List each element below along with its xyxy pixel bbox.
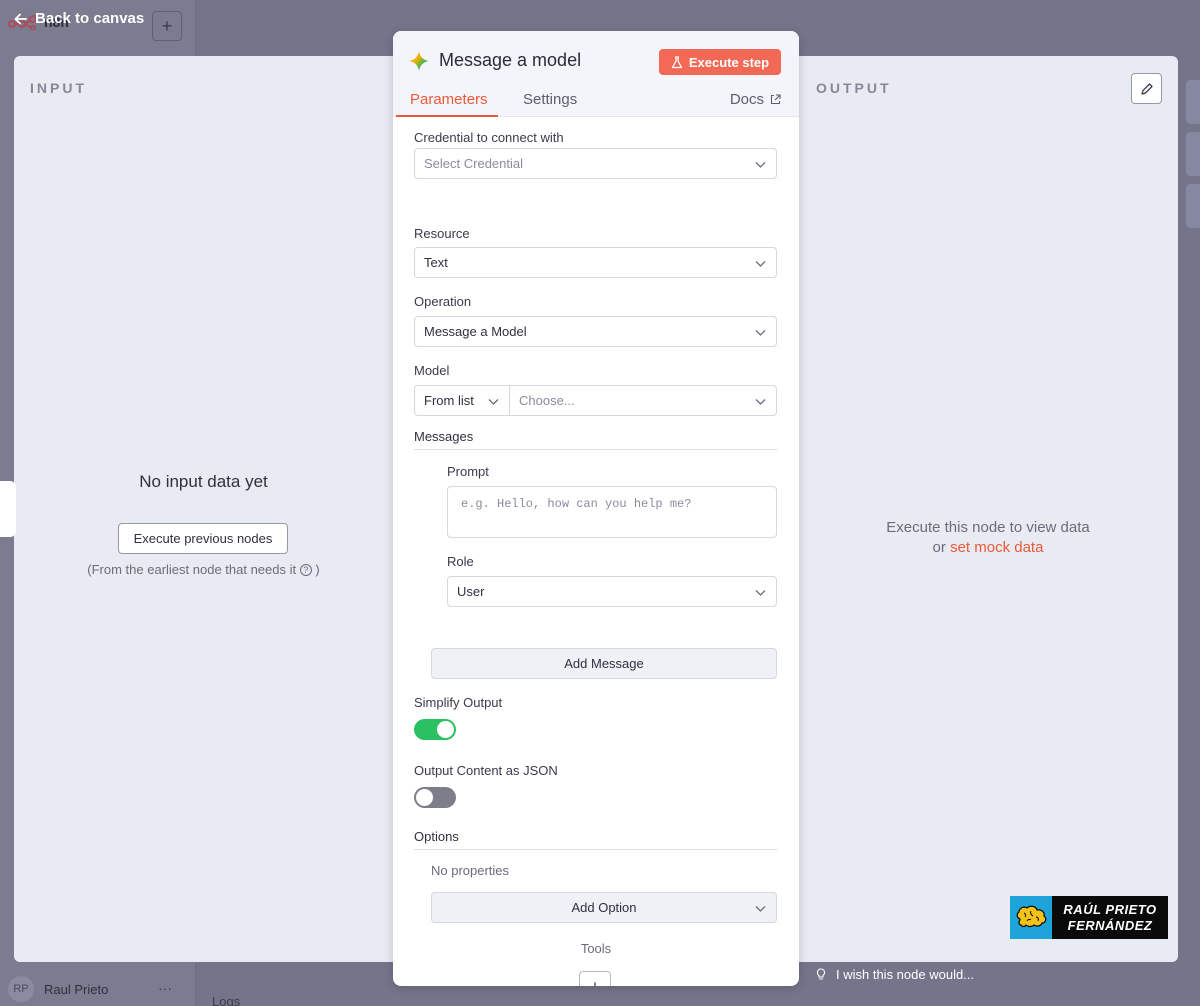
wish-feedback-link[interactable]: I wish this node would... <box>816 967 974 982</box>
no-properties-text: No properties <box>431 863 510 878</box>
resource-select-value: Text <box>424 255 448 270</box>
prompt-input[interactable]: e.g. Hello, how can you help me? <box>447 486 777 538</box>
output-json-label: Output Content as JSON <box>414 763 558 778</box>
execute-previous-nodes-button[interactable]: Execute previous nodes <box>118 523 288 554</box>
add-tool-button[interactable]: + <box>579 971 611 986</box>
output-message-or: or <box>932 539 946 556</box>
hint-close: ) <box>315 562 320 577</box>
background-side-button <box>1186 132 1200 176</box>
execute-step-button[interactable]: Execute step <box>659 49 781 75</box>
more-icon: ··· <box>158 980 172 996</box>
operation-label: Operation <box>414 294 472 309</box>
output-empty-message: Execute this node to view data or set mo… <box>798 518 1178 558</box>
model-mode-select[interactable]: From list <box>414 385 510 416</box>
options-section-header: Options <box>414 829 777 850</box>
tab-docs[interactable]: Docs <box>730 91 781 108</box>
credential-label: Credential to connect with <box>414 130 564 145</box>
chevron-down-icon <box>755 906 766 912</box>
background-user: RP Raul Prieto <box>8 976 108 1002</box>
lightbulb-icon <box>816 968 826 980</box>
node-header: Message a model Execute step Parameters … <box>393 31 799 117</box>
brain-logo-icon <box>1010 896 1052 939</box>
help-icon[interactable]: ? <box>299 564 312 576</box>
arrow-left-icon <box>14 13 27 24</box>
input-pane: INPUT No input data yet Execute previous… <box>14 56 393 962</box>
chevron-down-icon <box>755 590 766 596</box>
user-name: Raul Prieto <box>44 981 109 997</box>
operation-select-value: Message a Model <box>424 324 527 339</box>
background-side-button <box>1186 80 1200 124</box>
model-mode-value: From list <box>424 393 474 408</box>
model-select-value: Choose... <box>519 393 575 408</box>
pencil-icon <box>1140 82 1153 95</box>
add-message-button[interactable]: Add Message <box>431 648 777 679</box>
chevron-down-icon <box>488 399 499 405</box>
node-title: Message a model <box>409 50 581 71</box>
chevron-down-icon <box>755 162 766 168</box>
model-select[interactable]: Choose... <box>509 385 777 416</box>
resource-label: Resource <box>414 226 470 241</box>
output-message-line: Execute this node to view data <box>886 519 1090 536</box>
add-option-label: Add Option <box>571 900 637 915</box>
watermark-line1: RAÚL PRIETO <box>1063 901 1157 917</box>
active-tab-indicator <box>396 115 498 117</box>
docs-label: Docs <box>729 91 764 108</box>
resource-select[interactable]: Text <box>414 247 777 278</box>
toggle-knob <box>437 721 454 738</box>
simplify-output-toggle[interactable] <box>414 719 456 740</box>
chevron-down-icon <box>755 330 766 336</box>
credential-select-value: Select Credential <box>424 156 523 171</box>
add-option-select[interactable]: Add Option <box>431 892 777 923</box>
model-label: Model <box>414 363 450 378</box>
background-side-button <box>1186 184 1200 228</box>
prompt-label: Prompt <box>447 464 489 479</box>
role-select-value: User <box>457 584 485 599</box>
simplify-output-label: Simplify Output <box>414 695 503 710</box>
avatar: RP <box>8 976 34 1002</box>
input-pane-title: INPUT <box>30 80 87 96</box>
output-pane-title: OUTPUT <box>816 80 892 96</box>
role-select[interactable]: User <box>447 576 777 607</box>
tab-settings[interactable]: Settings <box>523 91 577 108</box>
tab-parameters[interactable]: Parameters <box>410 91 488 108</box>
no-input-message: No input data yet <box>139 472 268 491</box>
tools-label: Tools <box>580 941 612 956</box>
role-label: Role <box>447 554 474 569</box>
output-pane: OUTPUT Execute this node to view data or… <box>798 56 1178 962</box>
output-json-toggle[interactable] <box>414 787 456 808</box>
messages-section-header: Messages <box>414 429 777 450</box>
external-link-icon <box>770 94 781 105</box>
logs-label: Logs <box>212 994 241 1006</box>
operation-select[interactable]: Message a Model <box>414 316 777 347</box>
flask-icon <box>671 55 683 68</box>
gemini-sparkle-icon <box>409 50 429 71</box>
wish-label: I wish this node would... <box>836 967 975 982</box>
toggle-knob <box>416 789 433 806</box>
panel-drag-handle[interactable] <box>0 481 16 537</box>
hint-text: (From the earliest node that needs it <box>87 562 297 577</box>
execute-step-label: Execute step <box>688 54 770 70</box>
edit-output-button[interactable] <box>1131 73 1162 104</box>
chevron-down-icon <box>755 399 766 405</box>
chevron-down-icon <box>755 261 766 267</box>
back-to-canvas-link[interactable]: Back to canvas <box>14 10 144 27</box>
back-to-canvas-label: Back to canvas <box>35 10 145 27</box>
watermark-line2: FERNÁNDEZ <box>1067 917 1153 933</box>
brain-icon <box>1016 905 1047 927</box>
author-watermark: RAÚL PRIETO FERNÁNDEZ <box>1010 896 1168 939</box>
node-title-text: Message a model <box>439 50 582 70</box>
node-parameters-panel: Message a model Execute step Parameters … <box>393 31 799 986</box>
node-tabs: Parameters Settings Docs <box>393 85 799 117</box>
watermark-text: RAÚL PRIETO FERNÁNDEZ <box>1052 902 1168 934</box>
background-add-button: + <box>152 11 182 41</box>
execute-previous-hint: (From the earliest node that needs it ? … <box>14 562 393 577</box>
credential-select[interactable]: Select Credential <box>414 148 777 179</box>
set-mock-data-link[interactable]: set mock data <box>950 539 1043 556</box>
